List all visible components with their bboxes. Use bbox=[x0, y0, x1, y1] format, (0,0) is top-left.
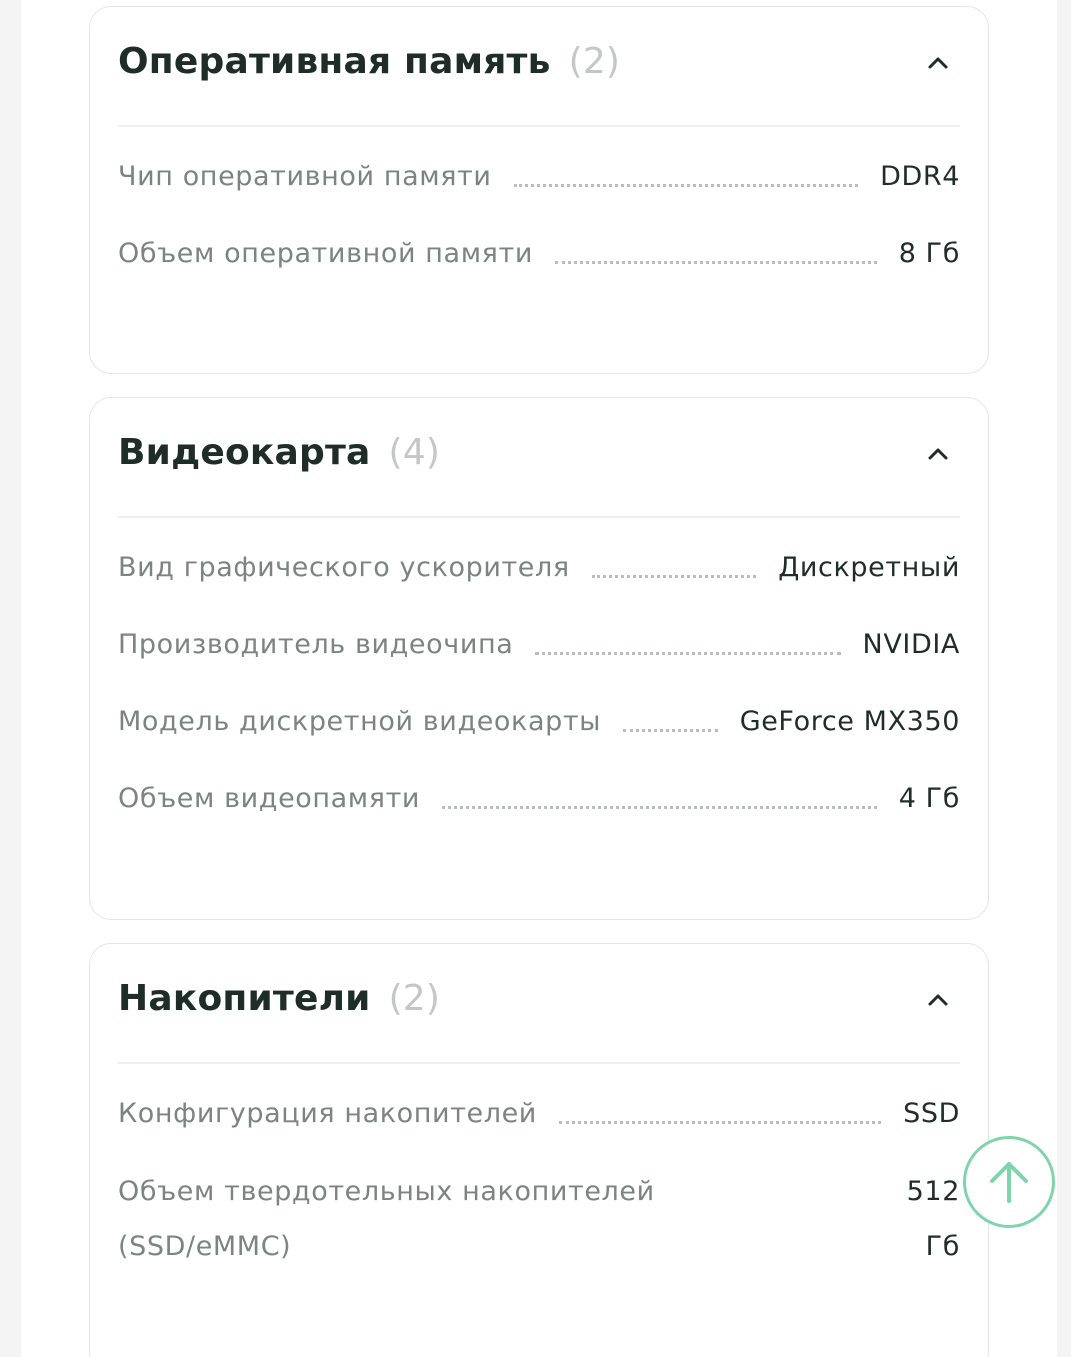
section-title: Накопители (2) bbox=[118, 978, 440, 1019]
spec-section-storage: Накопители (2) Конфигурация накопителей S… bbox=[89, 943, 989, 1357]
spec-value: 4 Гб bbox=[898, 783, 960, 814]
section-header-gpu[interactable]: Видеокарта (4) bbox=[118, 398, 960, 518]
dotted-leader bbox=[513, 157, 859, 187]
spec-label: Чип оперативной памяти bbox=[118, 161, 492, 192]
section-title: Оперативная память (2) bbox=[118, 41, 620, 82]
dotted-leader bbox=[442, 779, 877, 809]
spec-row: Конфигурация накопителей SSD bbox=[118, 1094, 960, 1171]
section-title-text: Оперативная память bbox=[118, 41, 551, 82]
arrow-up-icon bbox=[990, 1162, 1028, 1203]
spec-value: NVIDIA bbox=[862, 629, 960, 660]
spec-value: GeForce MX350 bbox=[739, 706, 960, 737]
section-title-text: Накопители bbox=[118, 978, 371, 1019]
spec-section-ram: Оперативная память (2) Чип оперативной па… bbox=[89, 6, 989, 374]
spec-list: Конфигурация накопителей SSD Объем тверд… bbox=[118, 1094, 960, 1301]
chevron-up-icon[interactable] bbox=[926, 51, 950, 75]
spec-row: Объем твердотельных накопителей (SSD/eMM… bbox=[118, 1171, 960, 1301]
dotted-leader bbox=[554, 234, 877, 264]
spec-label: Вид графического ускорителя bbox=[118, 552, 570, 583]
spec-value: Дискретный bbox=[778, 552, 960, 583]
chevron-up-icon[interactable] bbox=[926, 988, 950, 1012]
spec-section-gpu: Видеокарта (4) Вид графического ускорител… bbox=[89, 397, 989, 920]
dotted-leader bbox=[623, 702, 718, 732]
spec-label: Объем видеопамяти bbox=[118, 783, 421, 814]
dotted-leader bbox=[591, 548, 757, 578]
scroll-to-top-button[interactable] bbox=[963, 1136, 1055, 1228]
section-count: (2) bbox=[388, 978, 441, 1019]
section-title-text: Видеокарта bbox=[118, 432, 371, 473]
spec-value: DDR4 bbox=[880, 161, 960, 192]
section-count: (2) bbox=[568, 41, 621, 82]
spec-label: Объем оперативной памяти bbox=[118, 238, 533, 269]
spec-value: SSD bbox=[903, 1098, 960, 1129]
spec-value: 512 Гб bbox=[906, 1176, 960, 1262]
chevron-up-icon[interactable] bbox=[926, 442, 950, 466]
spec-list: Вид графического ускорителя Дискретный П… bbox=[118, 548, 960, 856]
dotted-leader bbox=[558, 1094, 882, 1124]
spec-label: Объем твердотельных накопителей (SSD/eMM… bbox=[118, 1176, 655, 1262]
spec-value: 8 Гб bbox=[898, 238, 960, 269]
spec-row: Объем видеопамяти 4 Гб bbox=[118, 779, 960, 856]
spec-label: Производитель видеочипа bbox=[118, 629, 514, 660]
spec-row: Объем оперативной памяти 8 Гб bbox=[118, 234, 960, 311]
spec-list: Чип оперативной памяти DDR4 Объем операт… bbox=[118, 157, 960, 311]
section-header-storage[interactable]: Накопители (2) bbox=[118, 944, 960, 1064]
dotted-leader bbox=[535, 625, 841, 655]
section-header-ram[interactable]: Оперативная память (2) bbox=[118, 7, 960, 127]
section-title: Видеокарта (4) bbox=[118, 432, 440, 473]
spec-label: Конфигурация накопителей bbox=[118, 1098, 537, 1129]
section-count: (4) bbox=[388, 432, 441, 473]
spec-label: Модель дискретной видеокарты bbox=[118, 706, 602, 737]
